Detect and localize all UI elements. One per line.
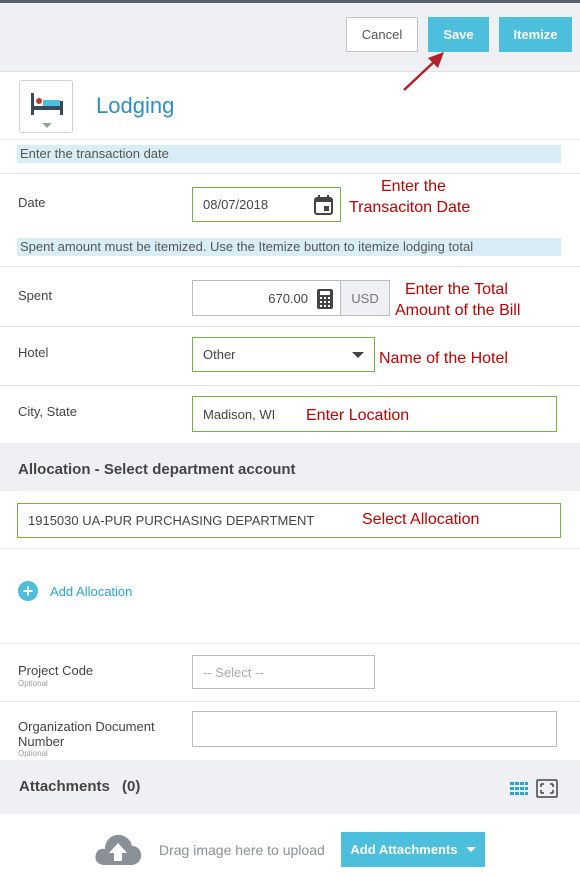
org-doc-field[interactable]: [192, 711, 557, 747]
cloud-upload-icon: [95, 834, 142, 865]
annotation-spent-line2: Amount of the Bill: [395, 302, 521, 319]
annotation-date-line1: Enter the: [381, 178, 446, 195]
org-doc-label: Organization Document Number: [18, 719, 155, 749]
attachments-title-text: Attachments: [19, 778, 110, 795]
annotation-hotel: Name of the Hotel: [379, 350, 508, 367]
annotation-allocation: Select Allocation: [362, 511, 480, 528]
expense-type-selector[interactable]: [19, 80, 73, 133]
grid-view-icon[interactable]: [510, 782, 528, 796]
currency-code: USD: [351, 290, 379, 306]
divider: [0, 139, 580, 140]
annotation-city: Enter Location: [306, 407, 410, 424]
project-code-placeholder: -- Select --: [203, 664, 264, 680]
spent-amount-field[interactable]: 670.00: [192, 280, 341, 316]
calculator-icon[interactable]: [317, 289, 333, 309]
hotel-select[interactable]: Other: [192, 337, 375, 372]
project-code-label: Project Code: [18, 663, 94, 678]
add-attachments-button[interactable]: Add Attachments: [341, 832, 485, 867]
add-attachments-label: Add Attachments: [350, 842, 458, 857]
add-allocation-button[interactable]: + Add Allocation: [18, 581, 132, 601]
divider: [0, 643, 580, 644]
attachments-title: Attachments (0): [19, 778, 140, 795]
hotel-value: Other: [203, 347, 236, 362]
expand-icon[interactable]: [536, 779, 558, 798]
annotation-date-line2: Transaciton Date: [349, 199, 471, 216]
allocation-value: 1915030 UA-PUR PURCHASING DEPARTMENT: [28, 513, 315, 528]
spent-label: Spent: [18, 288, 52, 303]
annotation-arrow: [403, 52, 444, 91]
divider: [0, 701, 580, 702]
currency-box: USD: [340, 280, 390, 316]
add-allocation-label: Add Allocation: [50, 583, 133, 599]
divider: [0, 173, 580, 174]
city-state-label: City, State: [18, 404, 78, 419]
plus-icon: +: [18, 581, 38, 601]
divider: [0, 326, 580, 327]
hotel-label: Hotel: [18, 345, 49, 360]
bed-icon: [31, 93, 63, 115]
annotation-spent-line1: Enter the Total: [405, 281, 508, 298]
attachments-count: (0): [122, 778, 141, 795]
toolbar: [0, 0, 580, 72]
spent-hint: Spent amount must be itemized. Use the I…: [17, 238, 561, 256]
city-state-value: Madison, WI: [203, 406, 276, 422]
cancel-button[interactable]: Cancel: [346, 17, 418, 52]
date-value: 08/07/2018: [203, 197, 269, 212]
caret-down-icon: [352, 352, 364, 358]
date-field[interactable]: 08/07/2018: [192, 187, 341, 222]
itemize-button[interactable]: Itemize: [499, 17, 572, 52]
drag-drop-hint: Drag image here to upload: [159, 842, 325, 858]
chevron-down-icon: [42, 123, 52, 128]
divider: [0, 266, 580, 267]
caret-down-icon: [465, 846, 476, 852]
date-hint: Enter the transaction date: [17, 145, 561, 163]
date-label: Date: [18, 195, 46, 210]
project-code-optional: Optional: [18, 679, 48, 688]
expense-title: Lodging: [96, 93, 175, 118]
spent-value: 670.00: [268, 290, 308, 306]
save-button[interactable]: Save: [428, 17, 489, 52]
calendar-icon[interactable]: [314, 195, 333, 215]
org-doc-optional: Optional: [18, 749, 48, 758]
divider: [0, 548, 580, 549]
project-code-select[interactable]: -- Select --: [192, 655, 375, 689]
divider: [0, 385, 580, 386]
allocation-title: Allocation - Select department account: [18, 461, 296, 478]
